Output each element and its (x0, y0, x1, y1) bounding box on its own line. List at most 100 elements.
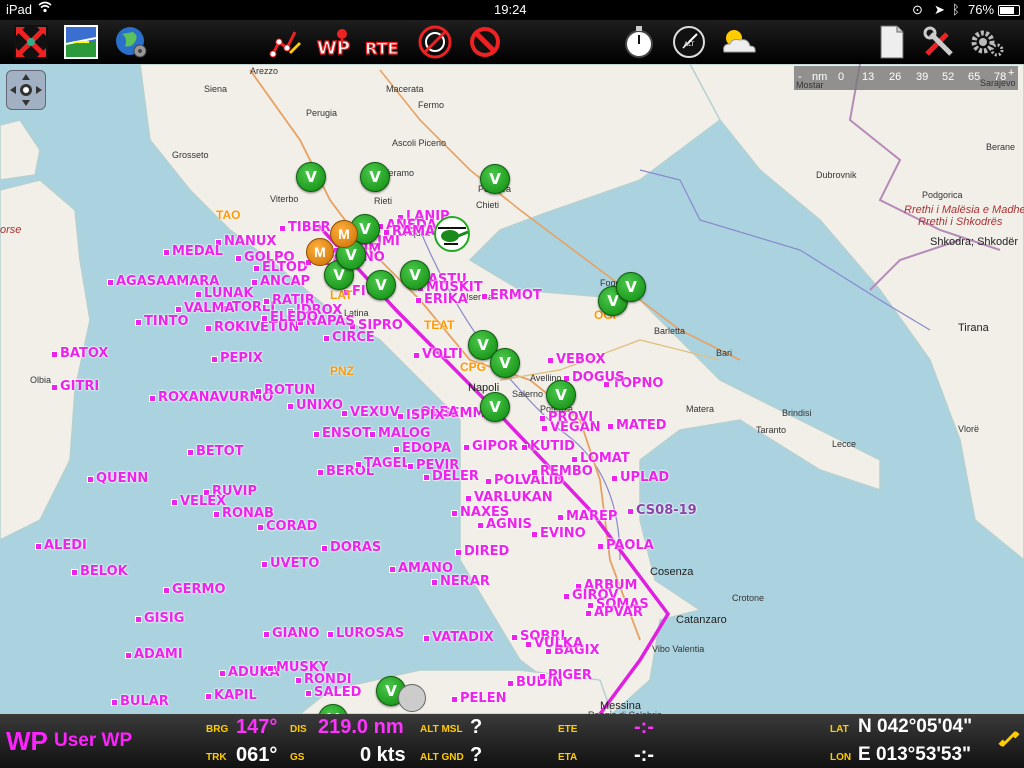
waypoint-label[interactable]: ERMOT (481, 288, 542, 303)
document-icon[interactable] (872, 23, 910, 61)
weather-icon[interactable] (718, 23, 760, 61)
lat-label: LAT (830, 724, 849, 735)
waypoint-label[interactable]: GIANO (263, 626, 320, 641)
waypoint-label[interactable]: ROTUN (254, 383, 315, 398)
waypoint-label[interactable]: PELEN (450, 691, 506, 706)
waypoint-label[interactable]: MUSKIT (417, 280, 483, 295)
tools-icon[interactable] (920, 23, 958, 61)
waypoint-label[interactable]: AGNIS (477, 517, 532, 532)
waypoint-label[interactable]: SIPRO (349, 318, 403, 333)
airport-label[interactable]: TEAT (424, 318, 454, 332)
waypoint-label[interactable]: PIGER (539, 668, 592, 683)
stopwatch-icon[interactable] (620, 23, 658, 61)
airport-label[interactable]: PNZ (330, 364, 354, 378)
waypoint-label[interactable]: LUNAK (194, 286, 253, 301)
waypoint-label[interactable]: QUENN (86, 471, 148, 486)
waypoint-label[interactable]: VATADIX (423, 630, 494, 645)
waypoint-label[interactable]: GISIG (134, 611, 184, 626)
waypoint-label[interactable]: ELTOD (253, 260, 308, 275)
waypoint-label[interactable]: ENSOT (312, 426, 371, 441)
airfield-marker[interactable]: M (306, 238, 334, 266)
waypoint-label[interactable]: LOMAT (571, 451, 630, 466)
waypoint-label[interactable]: PEPIX (211, 351, 263, 366)
waypoint-label[interactable]: TAGEL (355, 456, 410, 471)
waypoint-label[interactable]: DORAS (320, 540, 381, 555)
waypoint-label[interactable]: TIBER (279, 220, 331, 235)
airport-label[interactable]: LAT (330, 288, 352, 302)
waypoint-label[interactable]: UVETO (260, 556, 319, 571)
waypoint-label[interactable]: SALED (304, 685, 361, 700)
waypoint-label[interactable]: VALMA (175, 301, 235, 316)
waypoint-label[interactable]: DELER (423, 469, 479, 484)
svg-text:ALT: ALT (684, 41, 695, 48)
waypoint-label[interactable]: KUTID (521, 439, 575, 454)
wp-name[interactable]: User WP (54, 730, 132, 752)
vor-marker[interactable]: V (360, 162, 390, 192)
waypoint-label[interactable]: CORAD (256, 519, 317, 534)
waypoint-label[interactable]: LUROSAS (326, 626, 404, 641)
satellite-icon[interactable] (998, 728, 1020, 755)
settings-icon[interactable] (968, 23, 1006, 61)
waypoint-label[interactable]: VULKA (524, 636, 583, 651)
waypoint-label[interactable]: EDOPA (392, 441, 451, 456)
airport-label[interactable]: TAO (216, 208, 240, 222)
waypoint-label[interactable]: UNIXO (287, 398, 343, 413)
waypoint-label[interactable]: APVAR (585, 605, 643, 620)
pan-control[interactable] (6, 70, 46, 110)
waypoint-label[interactable]: GERMO (163, 582, 226, 597)
route-icon[interactable]: RTE (364, 23, 408, 61)
altimeter-icon[interactable]: ALT (670, 23, 708, 61)
waypoint-label[interactable]: REMBO (531, 464, 593, 479)
vor-marker[interactable]: V (366, 270, 396, 300)
globe-settings-icon[interactable] (112, 23, 150, 61)
waypoint-label[interactable]: ISPIX (397, 408, 445, 423)
airport-label[interactable]: CPG (460, 360, 486, 374)
waypoint-label[interactable]: NANUX (214, 234, 276, 249)
map-view[interactable]: - nm 0 13 26 39 52 65 78 + Arezzo Siena Ma… (0, 64, 1024, 714)
waypoint-label[interactable]: PAOLA (597, 538, 654, 553)
vor-marker[interactable]: V (480, 164, 510, 194)
waypoint-label[interactable]: GIPOR (462, 439, 518, 454)
waypoint-label[interactable]: NERAR (431, 574, 490, 589)
waypoint-label[interactable]: MEDAL (163, 244, 223, 259)
waypoint-label[interactable]: VEBOX (546, 352, 605, 367)
cancel-icon[interactable] (466, 23, 504, 61)
waypoint-label[interactable]: BULAR (111, 694, 169, 709)
fullscreen-icon[interactable] (12, 23, 50, 61)
vor-marker[interactable]: V (480, 392, 510, 422)
route-edit-icon[interactable] (266, 23, 304, 61)
vor-marker[interactable]: V (490, 348, 520, 378)
waypoint-label[interactable]: DOGUS (562, 370, 624, 385)
waypoint-label[interactable]: EVINO (531, 526, 586, 541)
waypoint-label[interactable]: KAPIL (205, 688, 257, 703)
waypoint-label[interactable]: PROVI (538, 410, 593, 425)
waypoint-label[interactable]: VOLTI (413, 347, 463, 362)
vor-marker[interactable]: V (296, 162, 326, 192)
waypoint-label[interactable]: VEXUV (341, 405, 400, 420)
waypoint-label[interactable]: MATED (607, 418, 667, 433)
waypoint-label[interactable]: ALEDI (35, 538, 87, 553)
airfield-marker[interactable]: M (330, 220, 358, 248)
waypoint-label[interactable]: VELEX (170, 494, 226, 509)
vor-marker[interactable]: V (546, 380, 576, 410)
waypoint-label[interactable]: DIRED (454, 544, 509, 559)
vor-marker[interactable]: V (616, 272, 646, 302)
waypoint-icon[interactable]: WP (314, 23, 352, 61)
waypoint-label[interactable]: ANCAP (250, 274, 310, 289)
waypoint-label[interactable]: UPLAD (610, 470, 669, 485)
waypoint-label[interactable]: TINTO (135, 314, 189, 329)
waypoint-label[interactable]: ADAMI (125, 647, 183, 662)
waypoint-label[interactable]: BELOK (71, 564, 128, 579)
waypoint-label[interactable]: VARLUKAN (465, 490, 553, 505)
ownship-icon[interactable] (398, 684, 426, 712)
waypoint-label[interactable]: BATOX (50, 346, 108, 361)
waypoint-label[interactable]: MALOG (369, 426, 431, 441)
battery-percent: 76% (968, 2, 995, 17)
waypoint-label[interactable]: ELEDO (261, 310, 318, 325)
waypoint-label[interactable]: MAREP (556, 509, 617, 524)
vor-marker[interactable]: V (400, 260, 430, 290)
waypoint-label[interactable]: GITRI (50, 379, 99, 394)
target-icon[interactable] (416, 23, 454, 61)
horizon-icon[interactable] (62, 23, 100, 61)
waypoint-label[interactable]: BETOT (187, 444, 244, 459)
